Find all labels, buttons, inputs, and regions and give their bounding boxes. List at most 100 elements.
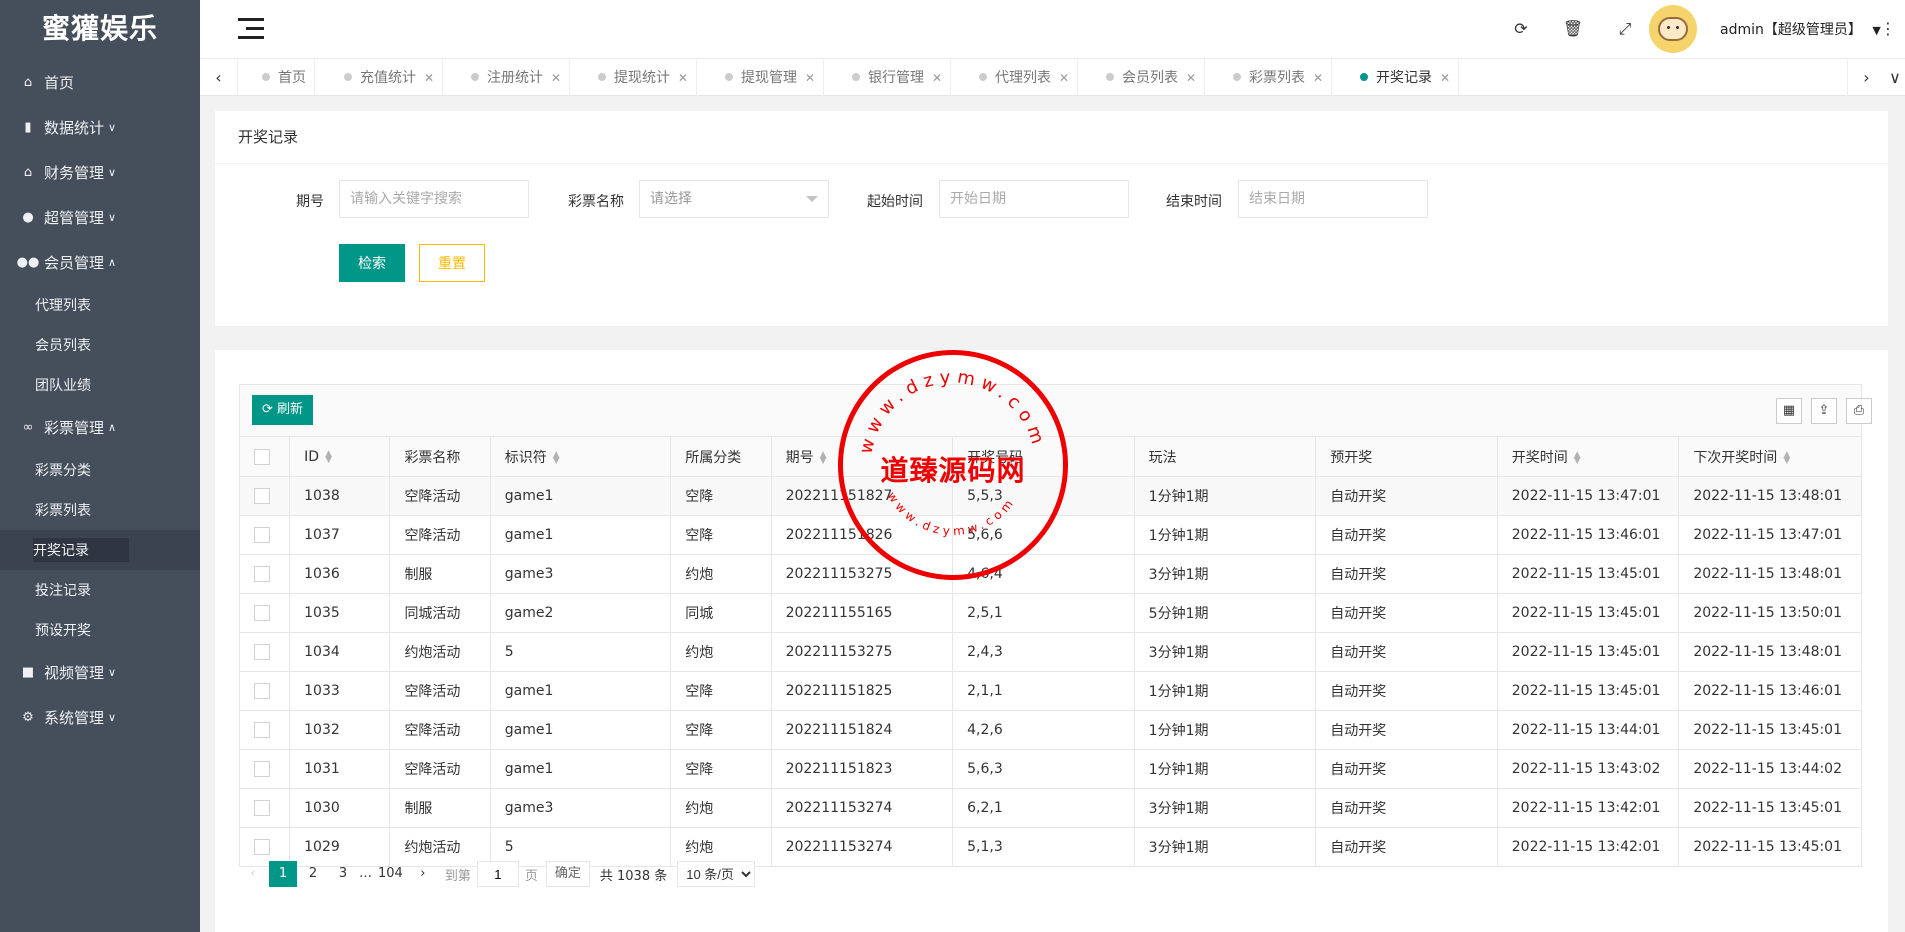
close-icon[interactable]: ✕ [551, 71, 561, 85]
sort-icon[interactable]: ▲ ▼ [553, 450, 560, 465]
tab-scroll-right-icon[interactable]: › [1847, 59, 1885, 97]
trash-icon[interactable]: 🗑 [1562, 18, 1584, 40]
close-icon[interactable]: ✕ [424, 71, 434, 85]
sidebar-subitem-draw-records[interactable]: 开奖记录 [0, 530, 200, 570]
tab-register-stats[interactable]: 注册统计 ✕ [463, 59, 571, 97]
prev-page-icon[interactable]: ‹ [239, 861, 267, 887]
sidebar-item-video[interactable]: ■ 视频管理 ∨ [0, 650, 200, 695]
sidebar-item-lottery[interactable]: ∞ 彩票管理 ∧ [0, 405, 200, 450]
row-checkbox[interactable] [254, 839, 270, 855]
row-checkbox[interactable] [254, 683, 270, 699]
close-icon[interactable]: ✕ [805, 71, 815, 85]
close-icon[interactable]: ✕ [932, 71, 942, 85]
table-row[interactable]: 1034 约炮活动 5 约炮 202211153275 2,4,3 3分钟1期 自动开奖 202… [238, 632, 1862, 672]
col-issue[interactable]: 期号 ▲ ▼ [770, 436, 954, 477]
refresh-icon[interactable]: ⟳ [1510, 18, 1532, 40]
sort-icon[interactable]: ▲ ▼ [1783, 450, 1790, 465]
menu-toggle-icon[interactable] [238, 18, 264, 40]
col-label: 开奖号码 [967, 449, 1024, 466]
sidebar-subitem-bet-records[interactable]: 投注记录 [0, 570, 200, 610]
table-row[interactable]: 1033 空降活动 game1 空降 202211151825 2,1,1 1分钟1期 自动开… [238, 671, 1862, 711]
close-icon[interactable]: ✕ [678, 71, 688, 85]
sort-icon[interactable]: ▲ ▼ [820, 450, 827, 465]
tab-draw-records[interactable]: 开奖记录 ✕ [1352, 59, 1460, 97]
sort-icon[interactable]: ▲ ▼ [1574, 450, 1581, 465]
page-jump-input[interactable] [476, 861, 519, 887]
search-button[interactable]: 检索 [339, 244, 405, 282]
tab-agent-list[interactable]: 代理列表 ✕ [971, 59, 1079, 97]
end-date-input[interactable] [1238, 180, 1428, 218]
tab-scroll-left-icon[interactable]: ‹ [200, 59, 238, 97]
next-page-icon[interactable]: › [409, 861, 437, 887]
table-cell: 空降 [670, 749, 772, 789]
row-checkbox[interactable] [254, 722, 270, 738]
tab-member-list[interactable]: 会员列表 ✕ [1098, 59, 1206, 97]
close-icon[interactable]: ✕ [1059, 71, 1069, 85]
refresh-button[interactable]: ⟳ 刷新 [252, 395, 314, 425]
table-row[interactable]: 1037 空降活动 game1 空降 202211151826 5,6,6 1分钟1期 自动开… [238, 515, 1862, 555]
close-icon[interactable]: ✕ [1440, 71, 1450, 85]
fullscreen-icon[interactable]: ⤢ [1614, 18, 1636, 40]
tab-withdraw-stats[interactable]: 提现统计 ✕ [590, 59, 698, 97]
sidebar-subitem-agents[interactable]: 代理列表 [0, 285, 200, 325]
dot-icon [1360, 73, 1368, 81]
row-checkbox[interactable] [254, 644, 270, 660]
tab-lottery-list[interactable]: 彩票列表 ✕ [1225, 59, 1333, 97]
col-draw-time[interactable]: 开奖时间 ▲ ▼ [1496, 436, 1680, 477]
col-next-draw-time[interactable]: 下次开奖时间 ▲ ▼ [1678, 436, 1862, 477]
sidebar-item-system[interactable]: ⚙ 系统管理 ∨ [0, 695, 200, 740]
table-row[interactable]: 1030 制服 game3 约炮 202211153274 6,2,1 3分钟1期 自动开奖 2… [238, 788, 1862, 828]
print-icon[interactable]: ⎙ [1846, 398, 1872, 424]
sidebar-subitem-preset-draw[interactable]: 预设开奖 [0, 610, 200, 650]
issue-input[interactable] [339, 180, 529, 218]
table-row[interactable]: 1038 空降活动 game1 空降 202211151827 5,5,3 1分钟1期 自动开… [238, 476, 1862, 516]
sidebar-item-home[interactable]: ⌂ 首页 [0, 60, 200, 105]
reset-button[interactable]: 重置 [419, 244, 485, 282]
avatar[interactable] [1649, 5, 1697, 53]
sidebar-subitem-members[interactable]: 会员列表 [0, 325, 200, 365]
sidebar-subitem-lottery-category[interactable]: 彩票分类 [0, 450, 200, 490]
close-icon[interactable]: ✕ [1313, 71, 1323, 85]
close-icon[interactable]: ✕ [1186, 71, 1196, 85]
select-all-checkbox[interactable] [254, 448, 270, 465]
table-row[interactable]: 1032 空降活动 game1 空降 202211151824 4,2,6 1分钟1期 自动开… [238, 710, 1862, 750]
col-identifier[interactable]: 标识符 ▲ ▼ [489, 436, 672, 477]
start-date-input[interactable] [939, 180, 1129, 218]
table-row[interactable]: 1031 空降活动 game1 空降 202211151823 5,6,3 1分钟1期 自动开… [238, 749, 1862, 789]
tab-home[interactable]: 首页 [254, 59, 315, 97]
dot-icon [979, 73, 987, 81]
row-checkbox[interactable] [254, 566, 270, 582]
page-1[interactable]: 1 [269, 861, 297, 887]
table-cell: 5,6,3 [952, 749, 1135, 789]
page-3[interactable]: 3 [329, 861, 357, 887]
page-size-select[interactable]: 10 条/页 [677, 861, 756, 887]
export-icon[interactable]: ⇪ [1811, 398, 1837, 424]
page-jump-confirm-button[interactable]: 确定 [545, 861, 590, 887]
sidebar-subitem-team[interactable]: 团队业绩 [0, 365, 200, 405]
sort-icon[interactable]: ▲ ▼ [325, 449, 332, 464]
table-row[interactable]: 1036 制服 game3 约炮 202211153275 4,6,4 3分钟1期 自动开奖 2… [238, 554, 1862, 594]
user-menu[interactable]: admin【超级管理员】 ▼ [1720, 19, 1881, 39]
row-checkbox[interactable] [254, 488, 270, 504]
lottery-select[interactable]: 请选择 [639, 180, 829, 218]
sidebar-item-finance[interactable]: ⌂ 财务管理 ∨ [0, 150, 200, 195]
row-checkbox[interactable] [254, 800, 270, 816]
tab-recharge-stats[interactable]: 充值统计 ✕ [336, 59, 444, 97]
sidebar-item-members[interactable]: ●● 会员管理 ∧ [0, 240, 200, 285]
col-id[interactable]: ID ▲ ▼ [289, 436, 391, 477]
table-row[interactable]: 1035 同城活动 game2 同城 202211155165 2,5,1 5分钟1期 自动开… [238, 593, 1862, 633]
row-checkbox[interactable] [254, 605, 270, 621]
page-2[interactable]: 2 [299, 861, 327, 887]
row-checkbox[interactable] [254, 761, 270, 777]
more-icon[interactable]: ⋮ [1880, 18, 1896, 40]
sidebar-item-superadmin[interactable]: ● 超管管理 ∨ [0, 195, 200, 240]
sidebar-subitem-lottery-list[interactable]: 彩票列表 [0, 490, 200, 530]
tab-withdraw-manage[interactable]: 提现管理 ✕ [717, 59, 825, 97]
row-checkbox[interactable] [254, 527, 270, 543]
sidebar-item-label: 超管管理 [44, 209, 105, 227]
columns-filter-icon[interactable]: ▦ [1776, 398, 1802, 424]
page-104[interactable]: 104 [374, 861, 407, 887]
tab-bank-manage[interactable]: 银行管理 ✕ [844, 59, 952, 97]
sidebar-item-stats[interactable]: ▮ 数据统计 ∨ [0, 105, 200, 150]
tab-menu-chevron-icon[interactable]: ∨ [1885, 59, 1905, 97]
